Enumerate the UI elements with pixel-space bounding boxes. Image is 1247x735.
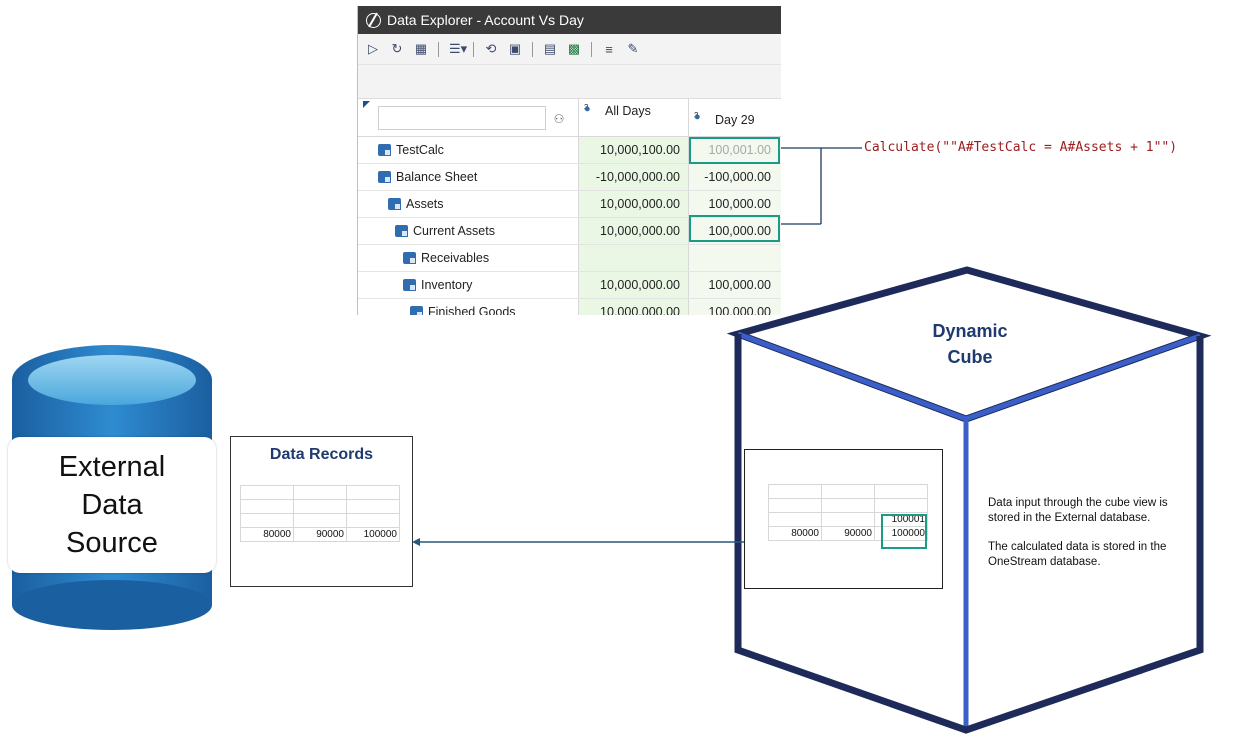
record-value: 100000: [346, 527, 400, 542]
toolbar-band: [358, 65, 781, 99]
filter-icon[interactable]: ≡: [602, 42, 616, 57]
external-storage-note: Data input through the cube view is stor…: [988, 497, 1168, 524]
formula-connector: [780, 147, 862, 225]
cell-all-days[interactable]: 10,000,000.00: [578, 299, 688, 315]
cell-all-days[interactable]: 10,000,000.00: [578, 191, 688, 217]
row-filter-input[interactable]: [378, 106, 546, 130]
toolbar-divider: [438, 41, 439, 57]
account-icon: [403, 252, 416, 264]
data-records-box: Data Records 80000 90000 100000: [230, 436, 413, 587]
cube-storage-note: Data input through the cube view is stor…: [988, 496, 1178, 584]
run-icon[interactable]: ▷: [366, 41, 380, 57]
column-header-day-29[interactable]: 3 ● Day 29: [688, 99, 781, 136]
cell-all-days[interactable]: -10,000,000.00: [578, 164, 688, 190]
member-icon: ●: [584, 103, 591, 115]
toolbar-divider: [532, 41, 533, 57]
save-icon[interactable]: ▣: [508, 41, 522, 57]
cell-day-29[interactable]: -100,000.00: [688, 164, 781, 190]
data-grid: ⚇ 3 ● All Days 3 ● Day 29 TestCalc 10,000,…: [358, 99, 781, 315]
corner-triangle-icon: [363, 101, 370, 108]
window-title: Data Explorer - Account Vs Day: [387, 12, 584, 28]
table-row[interactable]: Finished Goods 10,000,000.00 100,000.00: [358, 299, 781, 315]
data-records-table: 80000 90000 100000: [240, 485, 400, 542]
cell-day-29[interactable]: 100,000.00: [688, 191, 781, 217]
cell-day-29[interactable]: 100,000.00: [688, 299, 781, 315]
dynamic-cube-title: Dynamic Cube: [932, 321, 1008, 367]
column-label-all-days: All Days: [605, 104, 651, 118]
account-icon: [410, 306, 423, 315]
calculate-formula: Calculate(""A#TestCalc = A#Assets + 1""): [864, 140, 1178, 155]
member-icon: ●: [694, 111, 701, 123]
onestream-storage-note: The calculated data is stored in the One…: [988, 541, 1167, 568]
edit-pencil-icon[interactable]: ✎: [626, 41, 640, 57]
account-icon: [403, 279, 416, 291]
external-data-source-label: External Data Source: [8, 437, 216, 573]
table-row[interactable]: Receivables: [358, 245, 781, 272]
refresh-icon[interactable]: ↻: [390, 41, 404, 57]
cell-all-days[interactable]: [578, 245, 688, 271]
cell-all-days[interactable]: 10,000,100.00: [578, 137, 688, 163]
record-value: 90000: [293, 527, 347, 542]
cube-records-box: 100001 80000 90000 100000: [744, 449, 943, 589]
account-icon: [378, 171, 391, 183]
toolbar-divider: [591, 41, 592, 57]
undo-icon[interactable]: ⟲: [484, 41, 498, 57]
account-icon: [388, 198, 401, 210]
binoculars-icon[interactable]: ⚇: [548, 112, 570, 136]
cube-values-highlight: [881, 514, 927, 549]
cell-all-days[interactable]: 10,000,000.00: [578, 272, 688, 298]
source-cell-highlight: [689, 215, 780, 242]
excel-icon[interactable]: ▩: [567, 41, 581, 57]
record-value: 80000: [240, 527, 294, 542]
onestream-logo-icon: [366, 12, 381, 28]
data-records-title: Data Records: [269, 446, 374, 463]
cell-day-29[interactable]: 100,000.00: [688, 272, 781, 298]
calc-cell-highlight: [689, 137, 780, 164]
grid-header: ⚇ 3 ● All Days 3 ● Day 29: [358, 99, 781, 137]
document-icon[interactable]: ▤: [543, 41, 557, 57]
account-icon: [395, 225, 408, 237]
column-header-all-days[interactable]: 3 ● All Days: [578, 99, 689, 136]
table-row[interactable]: Assets 10,000,000.00 100,000.00: [358, 191, 781, 218]
cell-all-days[interactable]: 10,000,000.00: [578, 218, 688, 244]
sync-arrow: [412, 538, 772, 546]
account-icon: [378, 144, 391, 156]
calculator-icon[interactable]: ▦: [414, 41, 428, 57]
data-explorer-window: Data Explorer - Account Vs Day ▷ ↻ ▦ ☰▾ …: [357, 6, 781, 315]
toolbar: ▷ ↻ ▦ ☰▾ ⟲ ▣ ▤ ▩ ≡ ✎: [358, 34, 781, 65]
column-label-day-29: Day 29: [715, 113, 755, 127]
rows-dropdown-icon[interactable]: ☰▾: [449, 41, 467, 57]
table-row[interactable]: Inventory 10,000,000.00 100,000.00: [358, 272, 781, 299]
toolbar-divider: [473, 41, 474, 57]
record-value: 90000: [821, 526, 875, 541]
record-value: 80000: [768, 526, 822, 541]
table-row[interactable]: Balance Sheet -10,000,000.00 -100,000.00: [358, 164, 781, 191]
window-titlebar: Data Explorer - Account Vs Day: [358, 6, 781, 34]
cell-day-29[interactable]: [688, 245, 781, 271]
